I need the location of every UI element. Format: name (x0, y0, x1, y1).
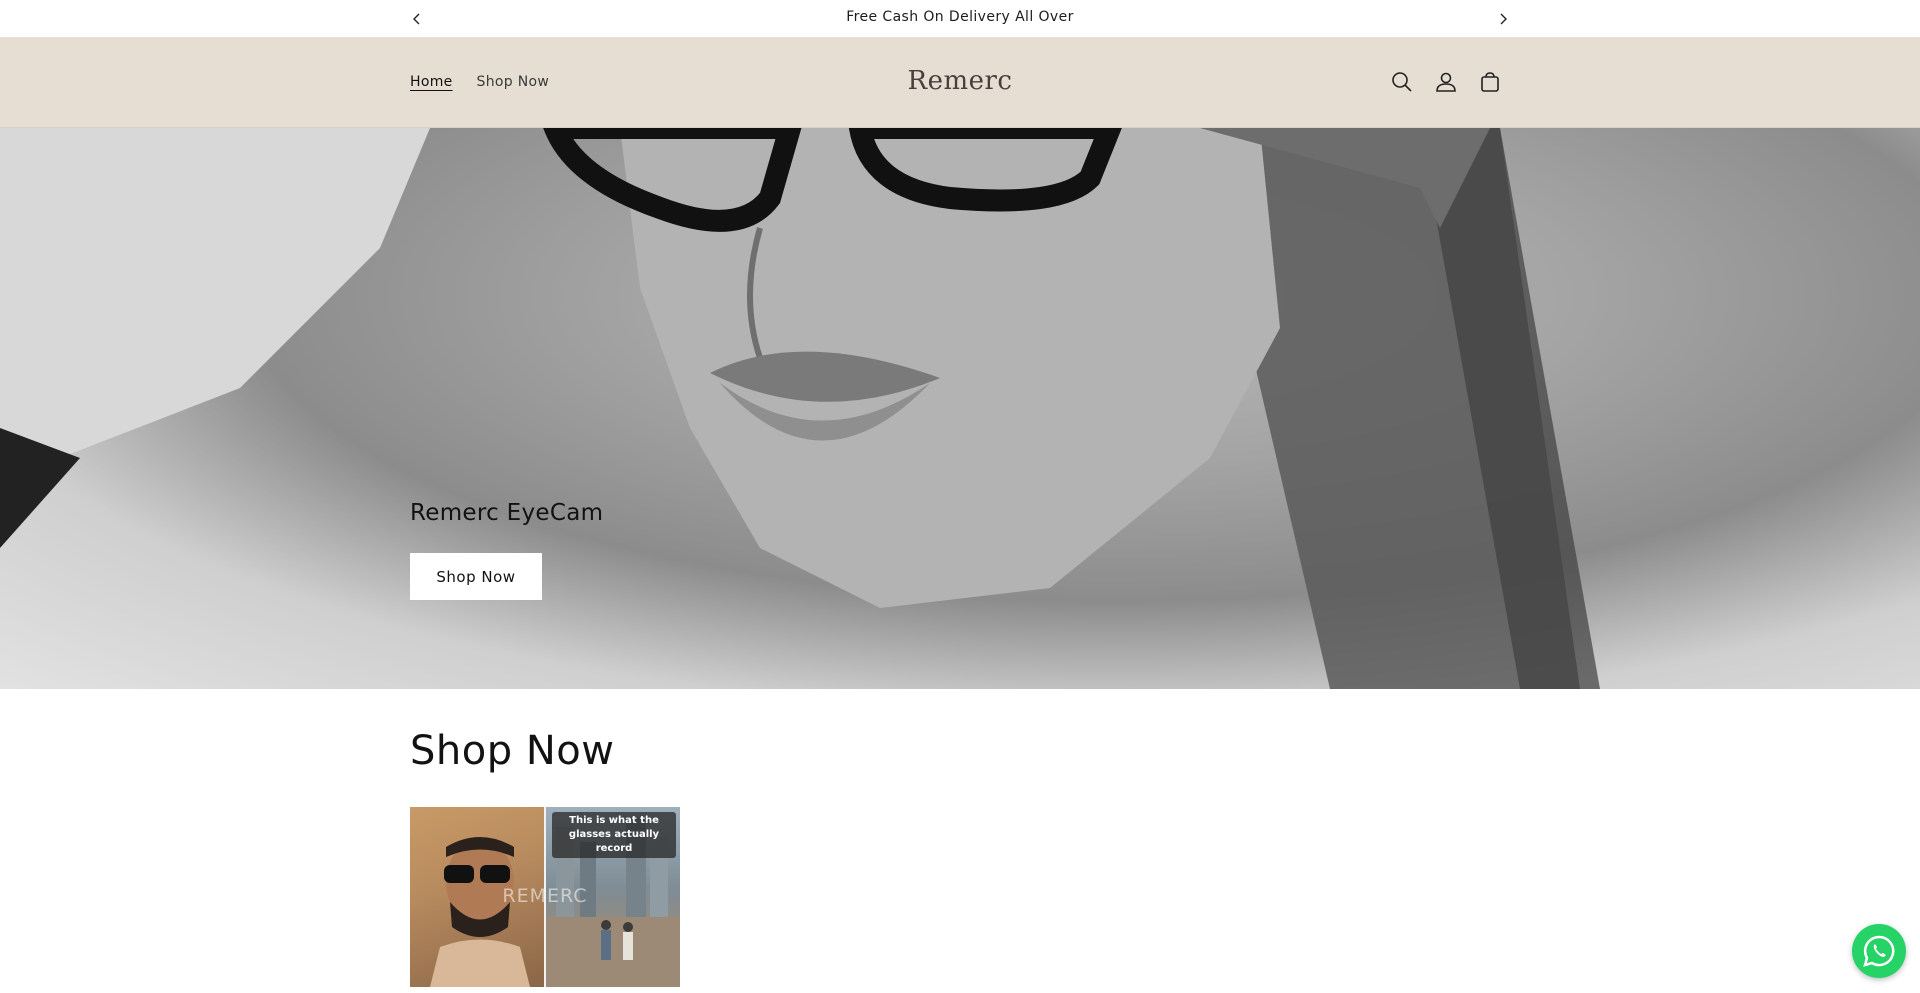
chevron-right-icon (1500, 13, 1507, 25)
hero-shop-now-button[interactable]: Shop Now (410, 553, 542, 600)
account-button[interactable] (1434, 70, 1458, 94)
product-watermark: REMERC (502, 885, 588, 907)
hero-image (0, 128, 1600, 689)
announcement-text: Free Cash On Delivery All Over (846, 9, 1074, 25)
whatsapp-chat-button[interactable] (1852, 924, 1906, 978)
header-actions (1390, 70, 1502, 94)
shop-section-title: Shop Now (410, 728, 615, 774)
announcement-next-button[interactable] (1493, 9, 1513, 29)
product-card[interactable]: This is what the glasses actually record… (410, 807, 680, 987)
hero-title: Remerc EyeCam (410, 500, 604, 526)
hero-banner: Remerc EyeCam Shop Now (0, 128, 1920, 689)
search-button[interactable] (1390, 70, 1414, 94)
announcement-bar: Free Cash On Delivery All Over (0, 0, 1920, 38)
site-logo[interactable]: Remerc (0, 66, 1920, 96)
whatsapp-icon (1863, 935, 1895, 967)
cart-icon (1481, 72, 1499, 92)
cart-button[interactable] (1478, 70, 1502, 94)
account-icon (1436, 72, 1456, 92)
site-header: Home Shop Now Remerc (0, 38, 1920, 128)
product-caption: This is what the glasses actually record (552, 812, 676, 858)
search-icon (1392, 72, 1412, 92)
